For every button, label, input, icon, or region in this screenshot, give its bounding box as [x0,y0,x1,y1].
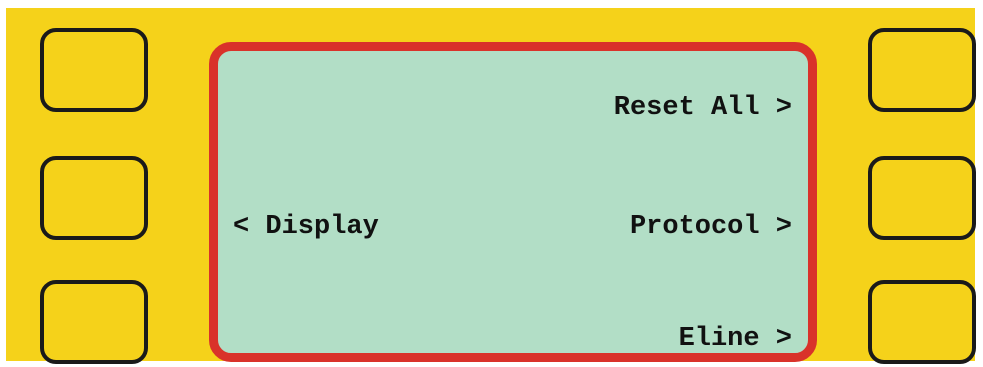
device-front-panel: Reset All > < Display Protocol > Eline > [6,8,976,364]
right-soft-key-2[interactable] [868,156,976,240]
reset-all-option[interactable]: Reset All > [614,95,792,122]
left-soft-key-3[interactable] [40,280,148,364]
lcd-screen: Reset All > < Display Protocol > Eline > [209,42,817,362]
left-soft-key-1[interactable] [40,28,148,112]
display-option[interactable]: < Display [233,214,379,241]
right-soft-key-3[interactable] [868,280,976,364]
protocol-option[interactable]: Protocol > [630,214,792,241]
right-soft-key-1[interactable] [868,28,976,112]
left-soft-key-2[interactable] [40,156,148,240]
eline-option[interactable]: Eline > [679,326,792,353]
